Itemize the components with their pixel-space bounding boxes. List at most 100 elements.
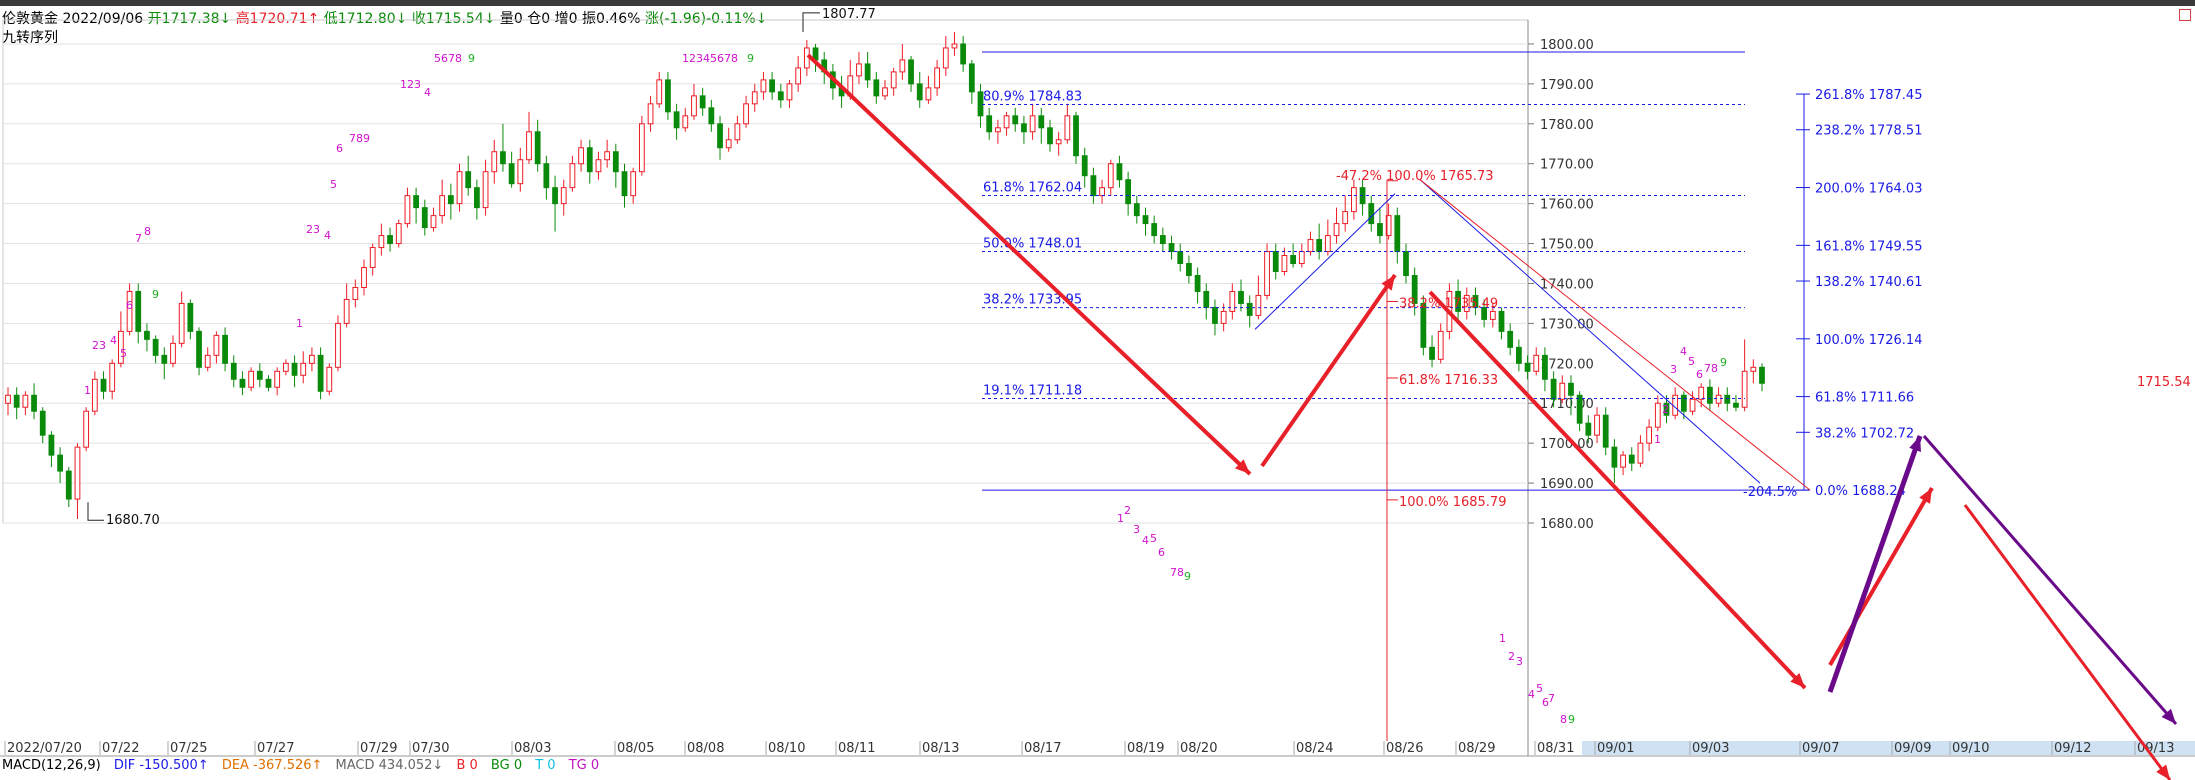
candle-body: [1298, 251, 1305, 265]
candle-body: [1159, 235, 1166, 245]
candle-body: [743, 103, 749, 125]
y-tick-label: 1800.00: [1540, 38, 1594, 53]
td-count-label: 2: [1662, 403, 1669, 416]
candle-body: [760, 79, 767, 93]
fib-proj-label: 38.2% 1702.72: [1815, 426, 1914, 441]
candle-body: [612, 151, 619, 173]
x-tick-label: 08/03: [514, 741, 551, 756]
candle-body: [222, 334, 228, 364]
candle-body: [248, 370, 255, 388]
x-tick-label: 09/07: [1802, 741, 1839, 756]
candle-body: [282, 362, 289, 372]
x-tick-label: 08/31: [1537, 741, 1574, 756]
candle-body: [1168, 243, 1175, 253]
candle-body: [1038, 115, 1045, 129]
up-arrow-2: [1828, 487, 1934, 666]
fib-proj-label: 238.2% 1778.51: [1815, 124, 1922, 139]
y-tick-label: 1710.00: [1540, 397, 1594, 412]
candle-body: [1515, 346, 1522, 364]
candle-body: [725, 139, 732, 149]
candle-body: [439, 195, 446, 217]
candle-body: [1394, 215, 1401, 253]
candle-body: [404, 195, 411, 225]
td-count-label: 12345678: [682, 52, 738, 65]
candle-body: [335, 322, 341, 368]
candle-body: [1576, 394, 1583, 424]
candle-body: [960, 43, 967, 65]
candle-body: [682, 115, 689, 129]
x-tick-label: 09/09: [1894, 741, 1931, 756]
td-count-label: 5: [1536, 682, 1543, 695]
td-count-label: 5678: [434, 52, 462, 65]
candle-body: [994, 127, 1001, 133]
x-tick-label: 08/05: [617, 741, 654, 756]
x-tick-label: 08/08: [687, 741, 724, 756]
td-count-label: 4: [324, 229, 331, 242]
candle-body: [656, 79, 663, 105]
td-count-label: 9: [1720, 356, 1727, 369]
candle-body: [482, 171, 489, 209]
candle-body: [65, 470, 72, 500]
candle-body: [491, 151, 498, 173]
candle-body: [500, 151, 506, 165]
candle-body: [447, 195, 454, 205]
candle-body: [135, 290, 142, 332]
candle-body: [856, 63, 862, 77]
x-tick-label: 07/22: [102, 741, 139, 756]
candle-body: [1351, 187, 1357, 213]
candle-body: [517, 159, 524, 185]
candle-body: [1707, 386, 1713, 404]
candle-body: [152, 338, 159, 356]
candle-body: [543, 163, 550, 189]
x-tick-label: 08/10: [768, 741, 805, 756]
candle-body: [187, 302, 194, 332]
candle-body: [109, 362, 116, 392]
candle-body: [1281, 255, 1288, 273]
td-count-label: 3: [1133, 523, 1140, 536]
fib-ext-label: -204.5%: [1743, 485, 1797, 500]
candle-body: [1324, 235, 1331, 253]
x-tick-label: 07/25: [170, 741, 207, 756]
fib-proj-label: 0.0% 1688.24: [1815, 484, 1906, 499]
candle-body: [647, 103, 654, 125]
candle-body: [864, 63, 871, 81]
td-count-label: 6: [126, 299, 133, 312]
td-count-label: 23: [92, 339, 106, 352]
candle-body: [1099, 187, 1105, 197]
candle-body: [1533, 354, 1540, 372]
candle-body: [1081, 155, 1088, 177]
td-count-label: 8: [144, 225, 151, 238]
candle-body: [317, 354, 324, 392]
candle-body: [908, 59, 914, 85]
candle-body: [986, 115, 993, 133]
candle-body: [1142, 215, 1149, 225]
candle-body: [795, 67, 802, 85]
candle-body: [552, 187, 558, 205]
candlestick-chart[interactable]: 1800.001790.001780.001770.001760.001750.…: [0, 0, 2195, 780]
fib-red-label: 61.8% 1716.33: [1399, 373, 1498, 388]
candle-body: [170, 342, 176, 364]
candle-body: [430, 215, 437, 229]
x-tick-label: 08/20: [1180, 741, 1217, 756]
candle-body: [595, 159, 602, 173]
candle-body: [951, 43, 958, 49]
candle-body: [508, 163, 515, 185]
td-count-label: 6: [1158, 546, 1165, 559]
candle-body: [465, 171, 472, 189]
candle-body: [1368, 203, 1375, 225]
candle-body: [708, 107, 715, 125]
td-count-label: 1: [1654, 433, 1661, 446]
x-tick-label: 07/29: [360, 741, 397, 756]
candle-body: [1003, 115, 1010, 129]
x-tick-label: 07/30: [412, 741, 449, 756]
candle-body: [1759, 366, 1765, 384]
x-tick-label: 09/03: [1692, 741, 1729, 756]
candle-body: [1594, 414, 1600, 436]
macd-dea: DEA -367.526↑: [221, 758, 323, 773]
td-count-label: 5: [120, 347, 127, 360]
candle-body: [274, 370, 281, 388]
x-tick-label: 2022/07/20: [7, 741, 82, 756]
high-label: 1807.77: [822, 7, 876, 22]
td-count-label: 4: [110, 334, 117, 347]
candle-body: [230, 362, 237, 380]
